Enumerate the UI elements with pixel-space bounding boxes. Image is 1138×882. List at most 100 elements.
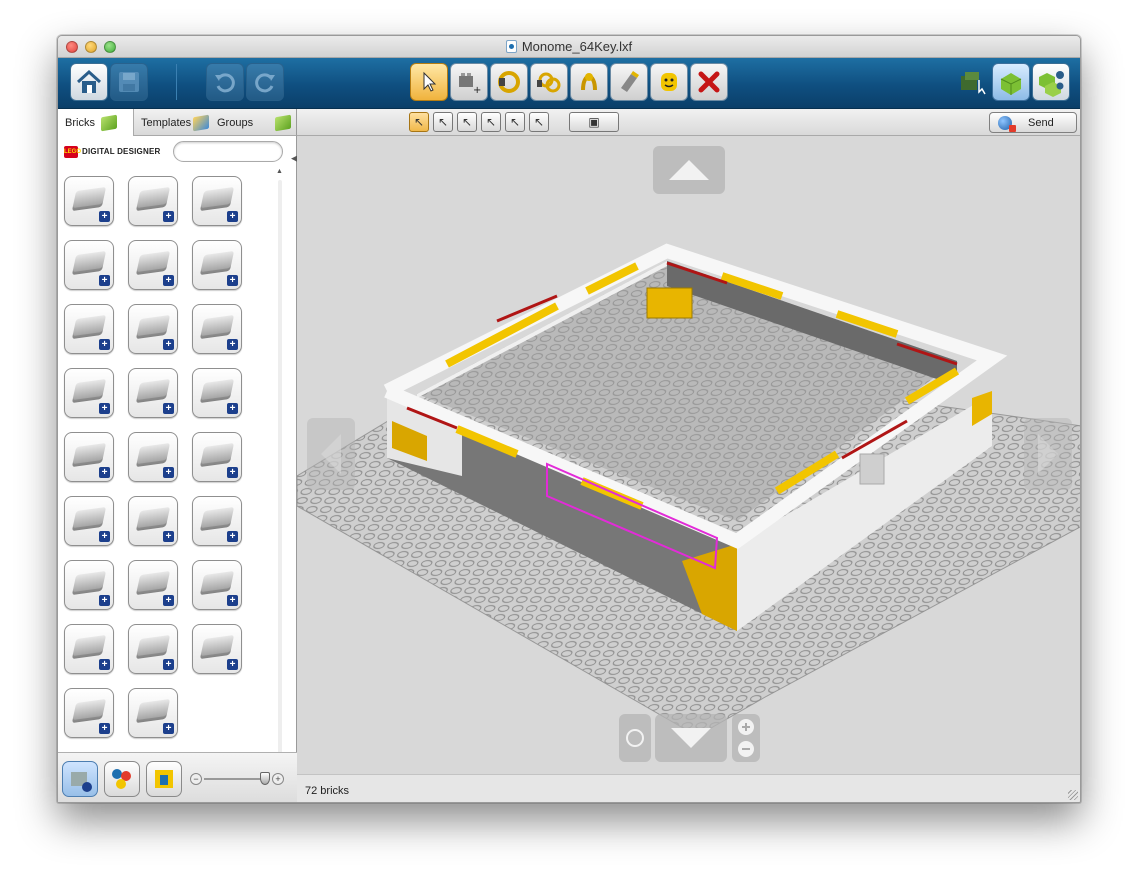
- category-technic-liftarm[interactable]: +: [128, 560, 178, 610]
- category-technic-brick[interactable]: +: [64, 240, 114, 290]
- home-button[interactable]: [70, 63, 108, 101]
- hinge-tool-button[interactable]: [490, 63, 528, 101]
- paint-tool-button[interactable]: [610, 63, 648, 101]
- category-gear[interactable]: +: [64, 624, 114, 674]
- save-button[interactable]: [110, 63, 148, 101]
- select-color-shape-button[interactable]: ↖: [505, 112, 525, 132]
- category-hinge[interactable]: +: [192, 368, 242, 418]
- category-door-window[interactable]: +: [64, 432, 114, 482]
- category-slope[interactable]: +: [128, 240, 178, 290]
- wheel-icon: [135, 442, 171, 468]
- round-cylinder-icon: [135, 634, 171, 660]
- select-shape-button[interactable]: ↖: [481, 112, 501, 132]
- category-round-brick[interactable]: +: [128, 176, 178, 226]
- category-wedge-plate[interactable]: +: [192, 304, 242, 354]
- clone-tool-button[interactable]: +: [450, 63, 488, 101]
- category-tile[interactable]: +: [192, 624, 242, 674]
- build-mode-button[interactable]: [954, 63, 992, 101]
- home-icon: [76, 69, 102, 93]
- select-single-button[interactable]: ↖: [409, 112, 429, 132]
- category-technic-beam[interactable]: +: [64, 560, 114, 610]
- cylinder-icon: [199, 506, 235, 532]
- send-button[interactable]: Send: [989, 112, 1077, 133]
- select-icon: [423, 71, 437, 92]
- delete-tool-button[interactable]: [690, 63, 728, 101]
- reset-view-button[interactable]: [619, 714, 651, 762]
- redo-icon: [255, 73, 275, 93]
- zoom-thumb[interactable]: [260, 772, 270, 785]
- category-special-plate[interactable]: +: [64, 368, 114, 418]
- expand-icon: +: [99, 211, 110, 222]
- model-scene[interactable]: [297, 136, 1081, 774]
- view-mode-button[interactable]: [992, 63, 1030, 101]
- hinge-align-icon: [537, 72, 561, 93]
- tab-templates[interactable]: Templates: [134, 109, 210, 136]
- resize-grip[interactable]: [1068, 790, 1078, 800]
- cursor-icon: ↖: [413, 115, 425, 129]
- palette-scrollbar[interactable]: ▲ ▼: [274, 168, 286, 780]
- undo-button[interactable]: [206, 63, 244, 101]
- category-plate[interactable]: +: [128, 304, 178, 354]
- brick-palette: LEGO DIGITAL DESIGNER ◀◀ + + + + + + + + + + + + + + +…: [58, 136, 305, 802]
- lego-logo: LEGO: [64, 146, 81, 158]
- rotate-left-button[interactable]: [307, 418, 355, 490]
- clone-icon: +: [459, 73, 481, 96]
- category-technic-panel[interactable]: +: [128, 688, 178, 738]
- scroll-up-icon[interactable]: ▲: [276, 168, 283, 175]
- zoom-out-icon[interactable]: −: [190, 773, 202, 785]
- expand-icon: +: [163, 275, 174, 286]
- zoom-buttons[interactable]: [732, 714, 760, 762]
- hinge-icon: [498, 71, 520, 93]
- select-invert-button[interactable]: ↖: [529, 112, 549, 132]
- cursor-shape-icon: ↖: [485, 115, 497, 129]
- window-title: Monome_64Key.lxf: [521, 39, 633, 54]
- category-brick[interactable]: +: [64, 176, 114, 226]
- zoom-plus-minus-icon: [738, 719, 754, 757]
- select-tool-button[interactable]: [410, 63, 448, 101]
- hide-icon: ▣: [588, 115, 600, 129]
- tab-bricks-label: Bricks: [65, 116, 95, 129]
- category-arch[interactable]: +: [64, 304, 114, 354]
- build-mode-icon: [961, 72, 986, 95]
- rotate-up-button[interactable]: [653, 146, 725, 194]
- palette-zoom-slider[interactable]: − +: [190, 772, 284, 785]
- hide-button[interactable]: ▣: [569, 112, 619, 132]
- category-technic-axle[interactable]: +: [192, 560, 242, 610]
- bricks-view-button[interactable]: [62, 761, 98, 797]
- search-input[interactable]: [173, 141, 283, 162]
- category-minifig-accessory[interactable]: +: [128, 496, 178, 546]
- category-wheel[interactable]: +: [128, 432, 178, 482]
- category-brick-with-side-studs[interactable]: +: [192, 176, 242, 226]
- select-connected-button[interactable]: ↖: [433, 112, 453, 132]
- tab-templates-label: Templates: [141, 116, 192, 129]
- building-guide-button[interactable]: [1032, 63, 1070, 101]
- category-cylinder[interactable]: +: [192, 496, 242, 546]
- model-view-button[interactable]: [146, 761, 182, 797]
- zoom-in-icon[interactable]: +: [272, 773, 284, 785]
- flex-tool-button[interactable]: [570, 63, 608, 101]
- tile-icon: [199, 634, 235, 660]
- expand-icon: +: [163, 531, 174, 542]
- save-icon: [119, 72, 139, 92]
- decorate-tool-button[interactable]: [650, 63, 688, 101]
- 3d-viewport[interactable]: [297, 136, 1081, 774]
- category-panel[interactable]: +: [128, 368, 178, 418]
- tab-bricks[interactable]: Bricks: [58, 109, 134, 136]
- category-minifigure[interactable]: +: [64, 496, 114, 546]
- rotate-right-button[interactable]: [1024, 418, 1072, 490]
- flex-icon: [581, 73, 597, 91]
- hinge-align-tool-button[interactable]: [530, 63, 568, 101]
- category-technic-connector[interactable]: +: [64, 688, 114, 738]
- rotate-down-button[interactable]: [655, 714, 727, 762]
- color-view-button[interactable]: [104, 761, 140, 797]
- category-round-cylinder[interactable]: +: [128, 624, 178, 674]
- expand-icon: +: [227, 531, 238, 542]
- category-bar-tool[interactable]: +: [192, 432, 242, 482]
- scroll-track[interactable]: [278, 180, 282, 765]
- category-wedge[interactable]: +: [192, 240, 242, 290]
- expand-icon: +: [227, 403, 238, 414]
- globe-icon: [998, 115, 1016, 132]
- tab-groups[interactable]: Groups: [210, 109, 297, 136]
- select-color-button[interactable]: ↖: [457, 112, 477, 132]
- redo-button[interactable]: [246, 63, 284, 101]
